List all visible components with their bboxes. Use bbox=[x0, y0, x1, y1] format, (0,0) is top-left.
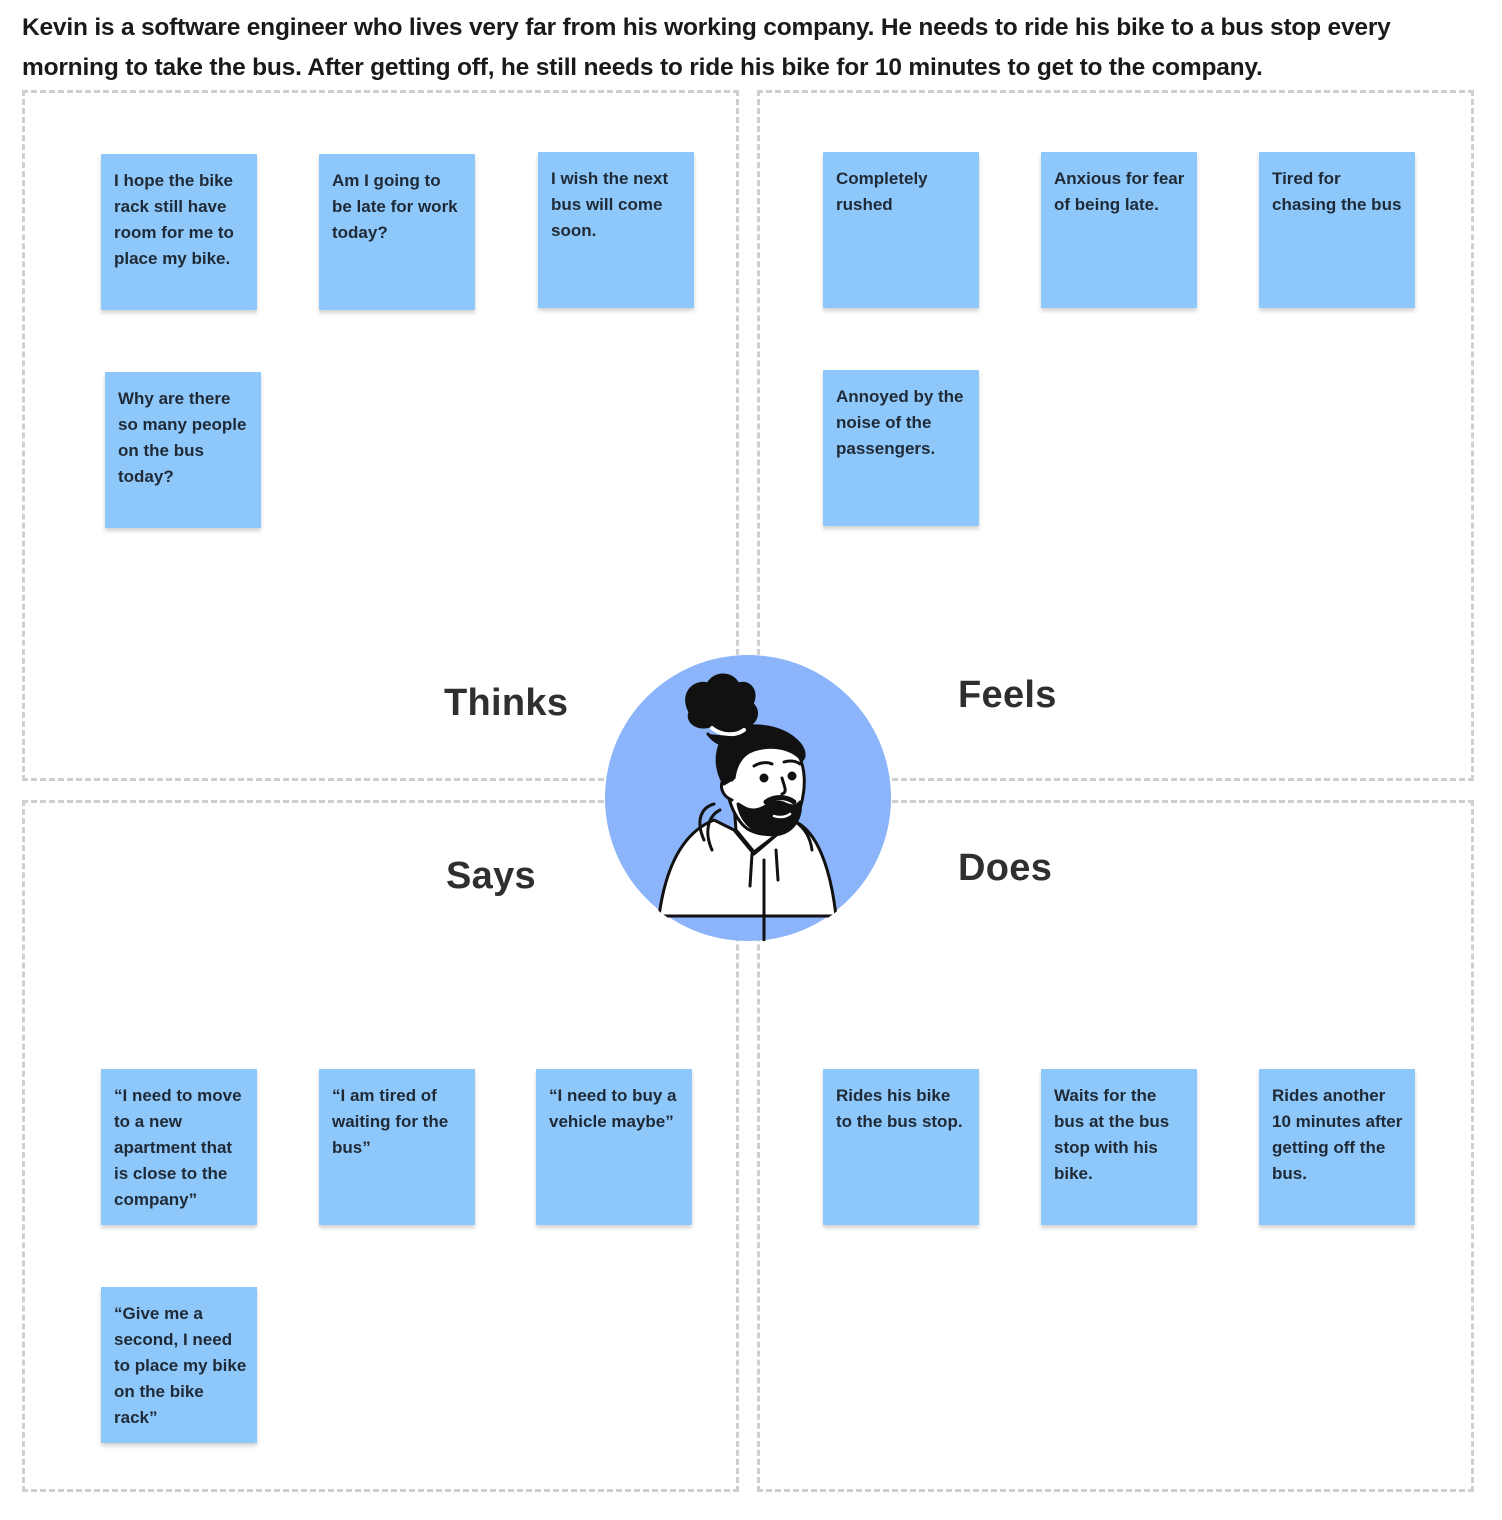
thinks-label: Thinks bbox=[444, 682, 569, 724]
feels-label: Feels bbox=[958, 674, 1057, 716]
sticky-note-thinks-4[interactable]: Why are there so many people on the bus … bbox=[105, 372, 261, 528]
says-label: Says bbox=[446, 855, 536, 897]
persona-description: Kevin is a software engineer who lives v… bbox=[22, 14, 1391, 81]
sticky-note-does-1[interactable]: Rides his bike to the bus stop. bbox=[823, 1069, 979, 1225]
sticky-note-says-3[interactable]: “I need to buy a vehicle maybe” bbox=[536, 1069, 692, 1225]
sticky-note-thinks-2[interactable]: Am I going to be late for work today? bbox=[319, 154, 475, 310]
sticky-note-says-4[interactable]: “Give me a second, I need to place my bi… bbox=[101, 1287, 257, 1443]
sticky-note-does-2[interactable]: Waits for the bus at the bus stop with h… bbox=[1041, 1069, 1197, 1225]
person-avatar-icon bbox=[605, 655, 891, 942]
sticky-note-feels-4[interactable]: Annoyed by the noise of the passengers. bbox=[823, 370, 979, 526]
sticky-note-says-1[interactable]: “I need to move to a new apartment that … bbox=[101, 1069, 257, 1225]
sticky-note-feels-1[interactable]: Completely rushed bbox=[823, 152, 979, 308]
sticky-note-says-2[interactable]: “I am tired of waiting for the bus” bbox=[319, 1069, 475, 1225]
sticky-note-does-3[interactable]: Rides another 10 minutes after getting o… bbox=[1259, 1069, 1415, 1225]
sticky-note-feels-2[interactable]: Anxious for fear of being late. bbox=[1041, 152, 1197, 308]
does-label: Does bbox=[958, 847, 1053, 889]
sticky-note-thinks-1[interactable]: I hope the bike rack still have room for… bbox=[101, 154, 257, 310]
sticky-note-feels-3[interactable]: Tired for chasing the bus bbox=[1259, 152, 1415, 308]
sticky-note-thinks-3[interactable]: I wish the next bus will come soon. bbox=[538, 152, 694, 308]
